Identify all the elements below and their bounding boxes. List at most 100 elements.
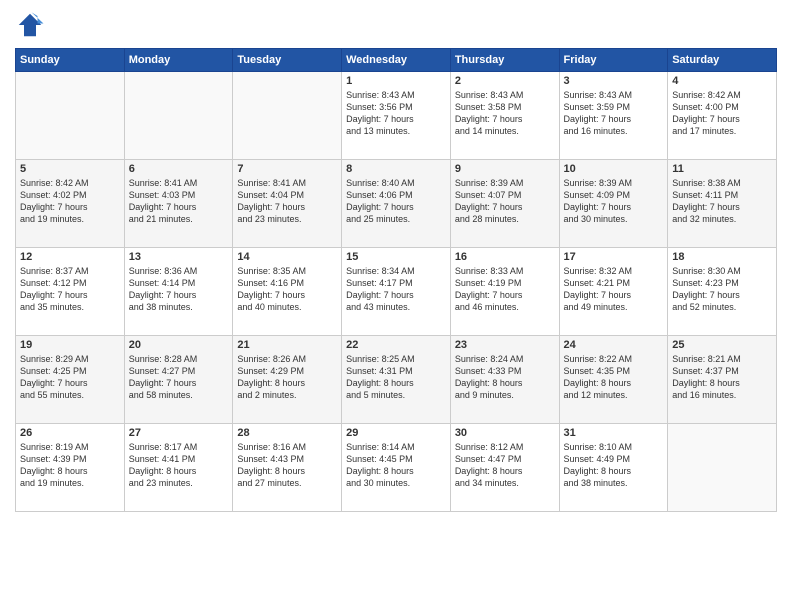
day-number: 17 (564, 251, 664, 263)
day-info: Sunrise: 8:22 AM Sunset: 4:35 PM Dayligh… (564, 353, 664, 402)
weekday-header-cell: Saturday (668, 49, 777, 72)
day-info: Sunrise: 8:26 AM Sunset: 4:29 PM Dayligh… (237, 353, 337, 402)
calendar-day-cell: 16 Sunrise: 8:33 AM Sunset: 4:19 PM Dayli… (450, 248, 559, 336)
day-info: Sunrise: 8:41 AM Sunset: 4:04 PM Dayligh… (237, 177, 337, 226)
day-number: 28 (237, 427, 337, 439)
day-number: 9 (455, 163, 555, 175)
day-number: 29 (346, 427, 446, 439)
day-number: 24 (564, 339, 664, 351)
day-info: Sunrise: 8:32 AM Sunset: 4:21 PM Dayligh… (564, 265, 664, 314)
calendar-day-cell: 4 Sunrise: 8:42 AM Sunset: 4:00 PM Daylig… (668, 72, 777, 160)
calendar-day-cell: 22Sunrise: 8:25 AM Sunset: 4:31 PM Dayli… (342, 336, 451, 424)
day-info: Sunrise: 8:34 AM Sunset: 4:17 PM Dayligh… (346, 265, 446, 314)
calendar-table: SundayMondayTuesdayWednesdayThursdayFrid… (15, 48, 777, 512)
calendar-day-cell: 13Sunrise: 8:36 AM Sunset: 4:14 PM Dayli… (124, 248, 233, 336)
calendar-day-cell: 21 Sunrise: 8:26 AM Sunset: 4:29 PM Dayli… (233, 336, 342, 424)
calendar-day-cell: 11 Sunrise: 8:38 AM Sunset: 4:11 PM Dayli… (668, 160, 777, 248)
calendar-day-cell: 19 Sunrise: 8:29 AM Sunset: 4:25 PM Dayli… (16, 336, 125, 424)
calendar-day-cell: 26 Sunrise: 8:19 AM Sunset: 4:39 PM Dayli… (16, 424, 125, 512)
day-number: 25 (672, 339, 772, 351)
calendar-week-row: 12Sunrise: 8:37 AM Sunset: 4:12 PM Dayli… (16, 248, 777, 336)
day-number: 7 (237, 163, 337, 175)
day-info: Sunrise: 8:16 AM Sunset: 4:43 PM Dayligh… (237, 441, 337, 490)
calendar-week-row: 1Sunrise: 8:43 AM Sunset: 3:56 PM Daylig… (16, 72, 777, 160)
day-info: Sunrise: 8:39 AM Sunset: 4:07 PM Dayligh… (455, 177, 555, 226)
day-info: Sunrise: 8:33 AM Sunset: 4:19 PM Dayligh… (455, 265, 555, 314)
day-info: Sunrise: 8:25 AM Sunset: 4:31 PM Dayligh… (346, 353, 446, 402)
logo-icon (15, 10, 45, 40)
day-number: 23 (455, 339, 555, 351)
calendar-day-cell: 3Sunrise: 8:43 AM Sunset: 3:59 PM Daylig… (559, 72, 668, 160)
day-info: Sunrise: 8:40 AM Sunset: 4:06 PM Dayligh… (346, 177, 446, 226)
day-info: Sunrise: 8:21 AM Sunset: 4:37 PM Dayligh… (672, 353, 772, 402)
calendar-day-cell: 23 Sunrise: 8:24 AM Sunset: 4:33 PM Dayli… (450, 336, 559, 424)
day-number: 11 (672, 163, 772, 175)
calendar-day-cell: 1Sunrise: 8:43 AM Sunset: 3:56 PM Daylig… (342, 72, 451, 160)
calendar-day-cell: 20Sunrise: 8:28 AM Sunset: 4:27 PM Dayli… (124, 336, 233, 424)
day-number: 14 (237, 251, 337, 263)
day-info: Sunrise: 8:43 AM Sunset: 3:58 PM Dayligh… (455, 89, 555, 138)
calendar-day-cell: 8 Sunrise: 8:40 AM Sunset: 4:06 PM Daylig… (342, 160, 451, 248)
calendar-day-cell: 5Sunrise: 8:42 AM Sunset: 4:02 PM Daylig… (16, 160, 125, 248)
day-info: Sunrise: 8:14 AM Sunset: 4:45 PM Dayligh… (346, 441, 446, 490)
day-number: 10 (564, 163, 664, 175)
calendar-day-cell: 2 Sunrise: 8:43 AM Sunset: 3:58 PM Daylig… (450, 72, 559, 160)
day-info: Sunrise: 8:24 AM Sunset: 4:33 PM Dayligh… (455, 353, 555, 402)
calendar-day-cell: 28 Sunrise: 8:16 AM Sunset: 4:43 PM Dayli… (233, 424, 342, 512)
day-number: 31 (564, 427, 664, 439)
day-number: 27 (129, 427, 229, 439)
day-info: Sunrise: 8:43 AM Sunset: 3:59 PM Dayligh… (564, 89, 664, 138)
calendar-day-cell: 6 Sunrise: 8:41 AM Sunset: 4:03 PM Daylig… (124, 160, 233, 248)
day-info: Sunrise: 8:30 AM Sunset: 4:23 PM Dayligh… (672, 265, 772, 314)
day-info: Sunrise: 8:12 AM Sunset: 4:47 PM Dayligh… (455, 441, 555, 490)
day-info: Sunrise: 8:42 AM Sunset: 4:02 PM Dayligh… (20, 177, 120, 226)
logo (15, 10, 49, 40)
day-info: Sunrise: 8:19 AM Sunset: 4:39 PM Dayligh… (20, 441, 120, 490)
day-info: Sunrise: 8:35 AM Sunset: 4:16 PM Dayligh… (237, 265, 337, 314)
weekday-header-cell: Friday (559, 49, 668, 72)
calendar-week-row: 5Sunrise: 8:42 AM Sunset: 4:02 PM Daylig… (16, 160, 777, 248)
calendar-day-cell: 30 Sunrise: 8:12 AM Sunset: 4:47 PM Dayli… (450, 424, 559, 512)
day-number: 2 (455, 75, 555, 87)
weekday-header-cell: Wednesday (342, 49, 451, 72)
day-number: 26 (20, 427, 120, 439)
calendar-day-cell: 12Sunrise: 8:37 AM Sunset: 4:12 PM Dayli… (16, 248, 125, 336)
day-info: Sunrise: 8:29 AM Sunset: 4:25 PM Dayligh… (20, 353, 120, 402)
calendar-day-cell (124, 72, 233, 160)
day-info: Sunrise: 8:41 AM Sunset: 4:03 PM Dayligh… (129, 177, 229, 226)
weekday-header-cell: Monday (124, 49, 233, 72)
day-number: 18 (672, 251, 772, 263)
calendar-day-cell: 9 Sunrise: 8:39 AM Sunset: 4:07 PM Daylig… (450, 160, 559, 248)
calendar-day-cell: 15 Sunrise: 8:34 AM Sunset: 4:17 PM Dayli… (342, 248, 451, 336)
calendar-week-row: 19 Sunrise: 8:29 AM Sunset: 4:25 PM Dayli… (16, 336, 777, 424)
calendar-day-cell: 31Sunrise: 8:10 AM Sunset: 4:49 PM Dayli… (559, 424, 668, 512)
day-number: 8 (346, 163, 446, 175)
day-number: 1 (346, 75, 446, 87)
weekday-header-row: SundayMondayTuesdayWednesdayThursdayFrid… (16, 49, 777, 72)
calendar-day-cell: 25 Sunrise: 8:21 AM Sunset: 4:37 PM Dayli… (668, 336, 777, 424)
day-number: 4 (672, 75, 772, 87)
day-number: 6 (129, 163, 229, 175)
day-number: 16 (455, 251, 555, 263)
day-number: 15 (346, 251, 446, 263)
day-number: 19 (20, 339, 120, 351)
calendar-week-row: 26 Sunrise: 8:19 AM Sunset: 4:39 PM Dayli… (16, 424, 777, 512)
weekday-header-cell: Thursday (450, 49, 559, 72)
day-info: Sunrise: 8:28 AM Sunset: 4:27 PM Dayligh… (129, 353, 229, 402)
page-header (15, 10, 777, 40)
day-number: 12 (20, 251, 120, 263)
day-number: 30 (455, 427, 555, 439)
day-info: Sunrise: 8:38 AM Sunset: 4:11 PM Dayligh… (672, 177, 772, 226)
weekday-header-cell: Sunday (16, 49, 125, 72)
calendar-day-cell (233, 72, 342, 160)
day-info: Sunrise: 8:36 AM Sunset: 4:14 PM Dayligh… (129, 265, 229, 314)
weekday-header-cell: Tuesday (233, 49, 342, 72)
calendar-body: 1Sunrise: 8:43 AM Sunset: 3:56 PM Daylig… (16, 72, 777, 512)
day-number: 21 (237, 339, 337, 351)
day-info: Sunrise: 8:39 AM Sunset: 4:09 PM Dayligh… (564, 177, 664, 226)
day-info: Sunrise: 8:42 AM Sunset: 4:00 PM Dayligh… (672, 89, 772, 138)
calendar-day-cell: 17 Sunrise: 8:32 AM Sunset: 4:21 PM Dayli… (559, 248, 668, 336)
page-container: SundayMondayTuesdayWednesdayThursdayFrid… (0, 0, 792, 612)
day-info: Sunrise: 8:17 AM Sunset: 4:41 PM Dayligh… (129, 441, 229, 490)
calendar-day-cell: 27 Sunrise: 8:17 AM Sunset: 4:41 PM Dayli… (124, 424, 233, 512)
